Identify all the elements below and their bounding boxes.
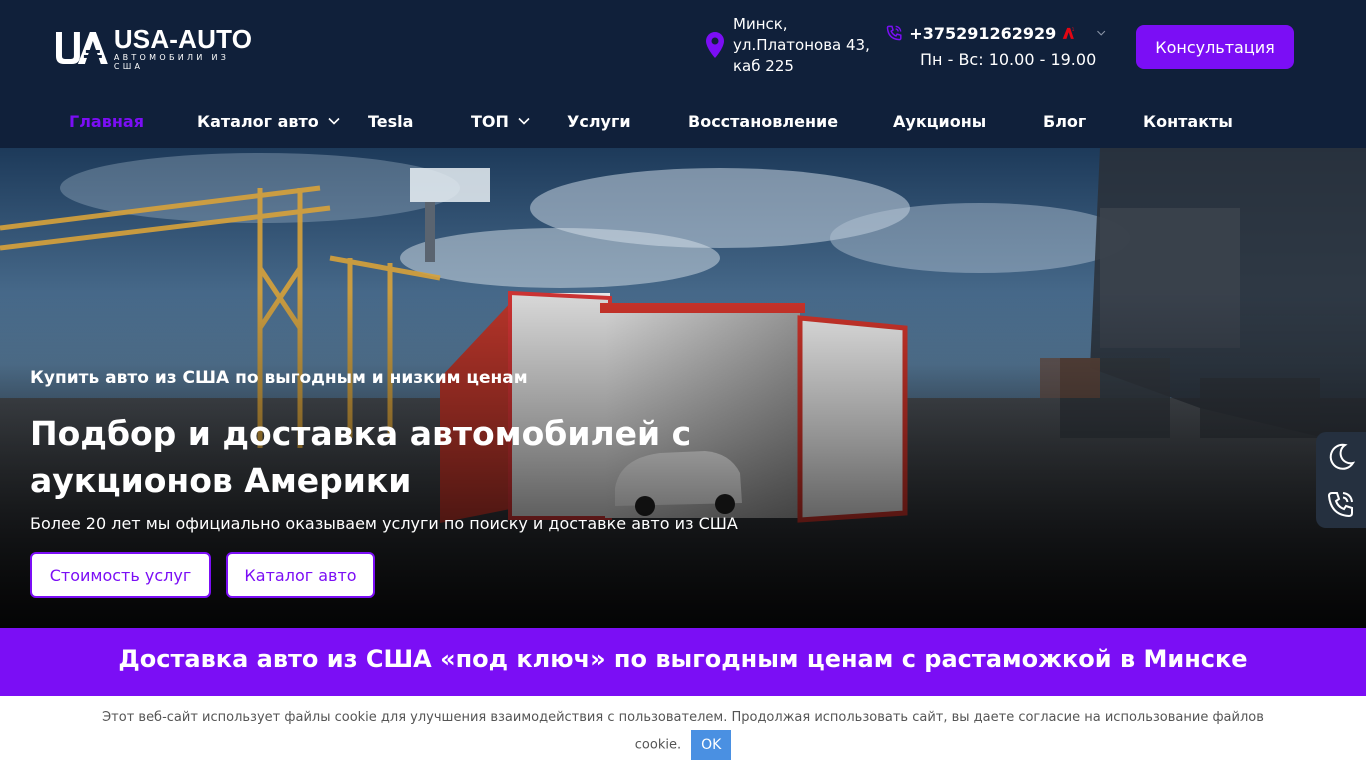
nav-item-home[interactable]: Главная: [69, 104, 144, 138]
phone-number[interactable]: +375291262929: [909, 24, 1056, 43]
address-line-3: каб 225: [733, 57, 794, 75]
site-header: USA-AUTO АВТОМОБИЛИ ИЗ США Минск, ул.Пла…: [0, 0, 1366, 148]
phone-call-icon[interactable]: [1326, 490, 1356, 520]
hero-section: Купить авто из США по выгодным и низким …: [0, 148, 1366, 628]
phone-icon: [886, 25, 902, 41]
nav-item-top[interactable]: ТОП: [471, 104, 531, 138]
nav-item-restoration[interactable]: Восстановление: [688, 104, 838, 138]
cookie-ok-button[interactable]: OK: [691, 730, 732, 760]
moon-icon[interactable]: [1326, 442, 1356, 472]
hero-title: Подбор и доставка автомобилей с аукционо…: [30, 414, 692, 500]
logo-mark-icon: [55, 32, 108, 64]
working-hours: Пн - Вс: 10.00 - 19.00: [920, 50, 1097, 69]
nav-item-tesla[interactable]: Tesla: [368, 104, 413, 138]
chevron-down-icon[interactable]: [1096, 26, 1106, 40]
cookie-text-container: Этот веб-сайт использует файлы cookie дл…: [100, 706, 1266, 760]
hero-subtitle: Купить авто из США по выгодным и низким …: [30, 368, 528, 388]
side-widget: [1316, 432, 1366, 528]
hero-description: Более 20 лет мы официально оказываем усл…: [30, 514, 738, 533]
phone-block: +375291262929 1 Пн - Вс: 10.00 - 19.00: [886, 22, 1106, 69]
address-block: Минск, ул.Платонова 43, каб 225: [706, 14, 873, 77]
chevron-down-icon: [518, 117, 530, 125]
main-nav: Главная Каталог авто Tesla ТОП Услуги Во…: [0, 104, 1366, 138]
nav-item-catalog[interactable]: Каталог авто: [197, 104, 341, 138]
location-pin-icon: [706, 32, 724, 58]
nav-item-label: ТОП: [471, 111, 509, 131]
nav-item-blog[interactable]: Блог: [1043, 104, 1086, 138]
nav-item-label: Каталог авто: [197, 111, 319, 131]
banner-text: Доставка авто из США «под ключ» по выгод…: [118, 645, 1248, 673]
logo[interactable]: USA-AUTO АВТОМОБИЛИ ИЗ США: [54, 23, 264, 71]
nav-item-auctions[interactable]: Аукционы: [893, 104, 986, 138]
address-line-1: Минск,: [733, 15, 788, 33]
service-prices-button[interactable]: Стоимость услуг: [30, 552, 211, 598]
logo-title: USA-AUTO: [113, 23, 253, 54]
cookie-bar: Этот веб-сайт использует файлы cookie дл…: [0, 696, 1366, 768]
chevron-down-icon: [328, 117, 340, 125]
promo-banner: Доставка авто из США «под ключ» по выгод…: [0, 628, 1366, 696]
logo-subtitle: АВТОМОБИЛИ ИЗ США: [113, 52, 230, 71]
address-line-2: ул.Платонова 43,: [733, 36, 870, 54]
cookie-message: Этот веб-сайт использует файлы cookie дл…: [102, 710, 1264, 753]
operator-a1-icon: 1: [1063, 27, 1075, 39]
nav-item-services[interactable]: Услуги: [567, 104, 631, 138]
nav-item-contacts[interactable]: Контакты: [1143, 104, 1233, 138]
svg-text:1: 1: [1072, 27, 1075, 33]
consultation-button[interactable]: Консультация: [1136, 25, 1294, 69]
car-catalog-button[interactable]: Каталог авто: [226, 552, 375, 598]
